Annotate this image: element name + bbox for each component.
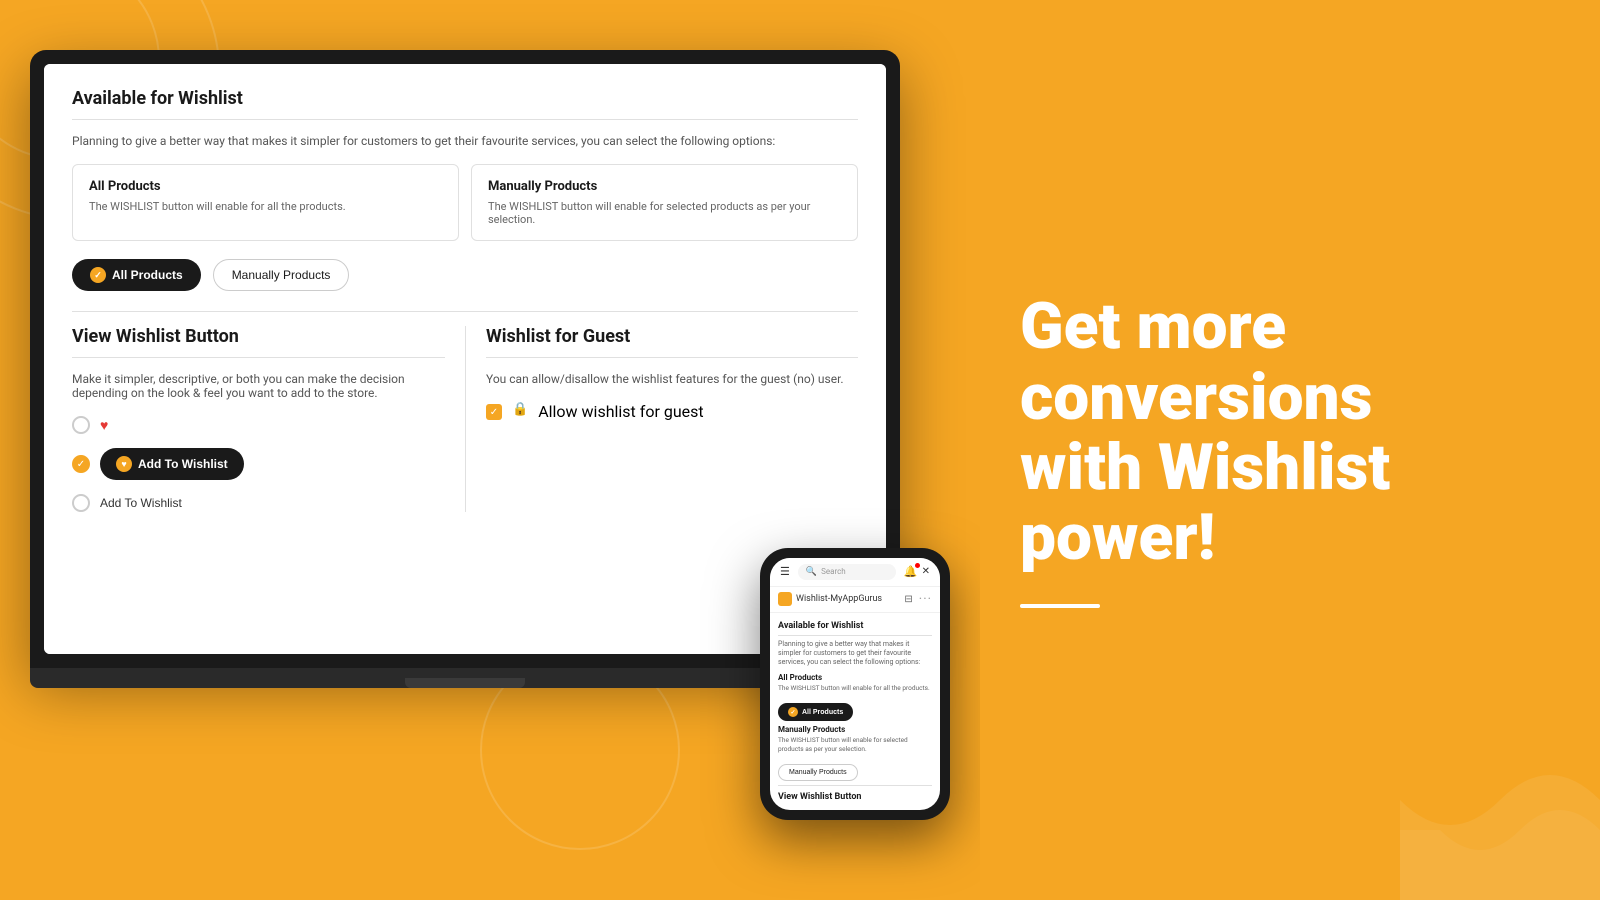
all-products-btn-label: All Products bbox=[112, 268, 183, 282]
tagline-line1: Get more bbox=[1020, 289, 1286, 364]
section-divider-2 bbox=[72, 311, 858, 312]
phone-btn-check-icon: ✓ bbox=[788, 707, 798, 717]
left-section: Available for Wishlist Planning to give … bbox=[0, 0, 980, 900]
phone-available-desc: Planning to give a better way that makes… bbox=[778, 640, 932, 667]
heart-icon: ♥ bbox=[100, 417, 108, 434]
phone-manually-products-button[interactable]: Manually Products bbox=[778, 764, 858, 781]
phone-available-title: Available for Wishlist bbox=[778, 621, 932, 631]
radio-circle-text[interactable] bbox=[72, 494, 90, 512]
manually-products-btn-label: Manually Products bbox=[232, 268, 331, 282]
phone-status-bar: ☰ 🔍 Search 🔔 ✕ bbox=[770, 558, 940, 587]
phone-all-products-button[interactable]: ✓ All Products bbox=[778, 703, 853, 721]
available-for-wishlist-desc: Planning to give a better way that makes… bbox=[72, 134, 858, 148]
phone-all-products-title: All Products bbox=[778, 673, 932, 682]
phone-manually-products-block: Manually Products The WISHLIST button wi… bbox=[778, 725, 932, 753]
phone-bell-badge bbox=[915, 563, 920, 568]
all-products-check-icon: ✓ bbox=[90, 267, 106, 283]
wishlist-for-guest-desc: You can allow/disallow the wishlist feat… bbox=[486, 372, 858, 386]
section-divider-3 bbox=[72, 357, 445, 358]
add-to-wishlist-btn-label: Add To Wishlist bbox=[138, 457, 228, 471]
product-buttons-row: ✓ All Products Manually Products bbox=[72, 259, 858, 291]
phone-bell-icon: 🔔 bbox=[904, 565, 918, 578]
manually-products-button[interactable]: Manually Products bbox=[213, 259, 350, 291]
allow-guest-checkbox[interactable]: ✓ bbox=[486, 404, 502, 420]
phone-divider-1 bbox=[778, 635, 932, 636]
tagline-line4: power! bbox=[1020, 500, 1215, 575]
phone-frame: ☰ 🔍 Search 🔔 ✕ Wishlist-MyAppGu bbox=[760, 548, 950, 820]
add-to-wishlist-text-button[interactable]: Add To Wishlist bbox=[100, 496, 182, 510]
phone-bookmark-icon: ⊟ bbox=[904, 594, 912, 605]
all-products-card: All Products The WISHLIST button will en… bbox=[72, 164, 459, 241]
view-wishlist-section: View Wishlist Button Make it simpler, de… bbox=[72, 326, 465, 512]
available-for-wishlist-section: Available for Wishlist Planning to give … bbox=[72, 88, 858, 291]
tagline: Get more conversions with Wishlist power… bbox=[1020, 292, 1540, 574]
radio-item-text: Add To Wishlist bbox=[72, 494, 445, 512]
phone-manually-products-title: Manually Products bbox=[778, 725, 932, 734]
phone-mockup: ☰ 🔍 Search 🔔 ✕ Wishlist-MyAppGu bbox=[760, 548, 950, 820]
wishlist-check-badge: ♥ bbox=[116, 456, 132, 472]
manually-products-card: Manually Products The WISHLIST button wi… bbox=[471, 164, 858, 241]
all-products-card-desc: The WISHLIST button will enable for all … bbox=[89, 200, 442, 213]
tagline-line3: with Wishlist bbox=[1020, 430, 1390, 505]
tagline-line2: conversions bbox=[1020, 360, 1372, 435]
phone-manually-products-btn-label: Manually Products bbox=[789, 769, 847, 776]
phone-content: Available for Wishlist Planning to give … bbox=[770, 613, 940, 810]
phone-search-placeholder: Search bbox=[821, 567, 846, 576]
available-for-wishlist-title: Available for Wishlist bbox=[72, 88, 858, 109]
allow-guest-label: Allow wishlist for guest bbox=[538, 402, 703, 421]
radio-circle-heart[interactable] bbox=[72, 416, 90, 434]
radio-circle-selected[interactable] bbox=[72, 455, 90, 473]
lock-icon: 🔒 bbox=[512, 402, 528, 417]
add-to-wishlist-text-label: Add To Wishlist bbox=[100, 496, 182, 510]
view-wishlist-title: View Wishlist Button bbox=[72, 326, 445, 347]
phone-header-bar: Wishlist-MyAppGurus ⊟ ··· bbox=[770, 587, 940, 613]
radio-item-heart: ♥ bbox=[72, 416, 445, 434]
phone-all-products-desc: The WISHLIST button will enable for all … bbox=[778, 684, 932, 692]
wishlist-for-guest-title: Wishlist for Guest bbox=[486, 326, 858, 347]
manually-products-card-title: Manually Products bbox=[488, 179, 841, 194]
phone-search[interactable]: 🔍 Search bbox=[798, 564, 896, 580]
phone-close-icon: ✕ bbox=[922, 566, 930, 577]
add-to-wishlist-button-selected[interactable]: ♥ Add To Wishlist bbox=[100, 448, 244, 480]
section-divider-4 bbox=[486, 357, 858, 358]
all-products-button[interactable]: ✓ All Products bbox=[72, 259, 201, 291]
radio-item-button-selected: ♥ Add To Wishlist bbox=[72, 448, 445, 480]
allow-guest-checkbox-row: ✓ 🔒 Allow wishlist for guest bbox=[486, 402, 858, 421]
phone-header-actions: ⊟ ··· bbox=[904, 592, 932, 607]
product-options-grid: All Products The WISHLIST button will en… bbox=[72, 164, 858, 241]
view-wishlist-desc: Make it simpler, descriptive, or both yo… bbox=[72, 372, 445, 400]
phone-view-wishlist-title: View Wishlist Button bbox=[778, 785, 932, 802]
section-divider-1 bbox=[72, 119, 858, 120]
deco-curve-svg bbox=[1400, 700, 1600, 900]
wishlist-for-guest-section: Wishlist for Guest You can allow/disallo… bbox=[465, 326, 858, 512]
right-section: Get more conversions with Wishlist power… bbox=[980, 0, 1600, 900]
phone-search-icon: 🔍 bbox=[806, 567, 817, 577]
phone-app-label: Wishlist-MyAppGurus bbox=[796, 594, 882, 604]
all-products-card-title: All Products bbox=[89, 179, 442, 194]
view-wishlist-radio-group: ♥ ♥ Add To Wishlist bbox=[72, 416, 445, 512]
bottom-sections-grid: View Wishlist Button Make it simpler, de… bbox=[72, 326, 858, 512]
phone-app-name: Wishlist-MyAppGurus bbox=[778, 592, 882, 606]
manually-products-card-desc: The WISHLIST button will enable for sele… bbox=[488, 200, 841, 226]
phone-manually-products-desc: The WISHLIST button will enable for sele… bbox=[778, 736, 932, 753]
phone-all-products-btn-label: All Products bbox=[802, 709, 843, 716]
phone-screen: ☰ 🔍 Search 🔔 ✕ Wishlist-MyAppGu bbox=[770, 558, 940, 810]
phone-app-icon bbox=[778, 592, 792, 606]
phone-all-products-block: All Products The WISHLIST button will en… bbox=[778, 673, 932, 692]
tagline-underline bbox=[1020, 604, 1100, 608]
phone-menu-icon: ☰ bbox=[780, 565, 790, 578]
phone-more-dots: ··· bbox=[919, 592, 932, 607]
